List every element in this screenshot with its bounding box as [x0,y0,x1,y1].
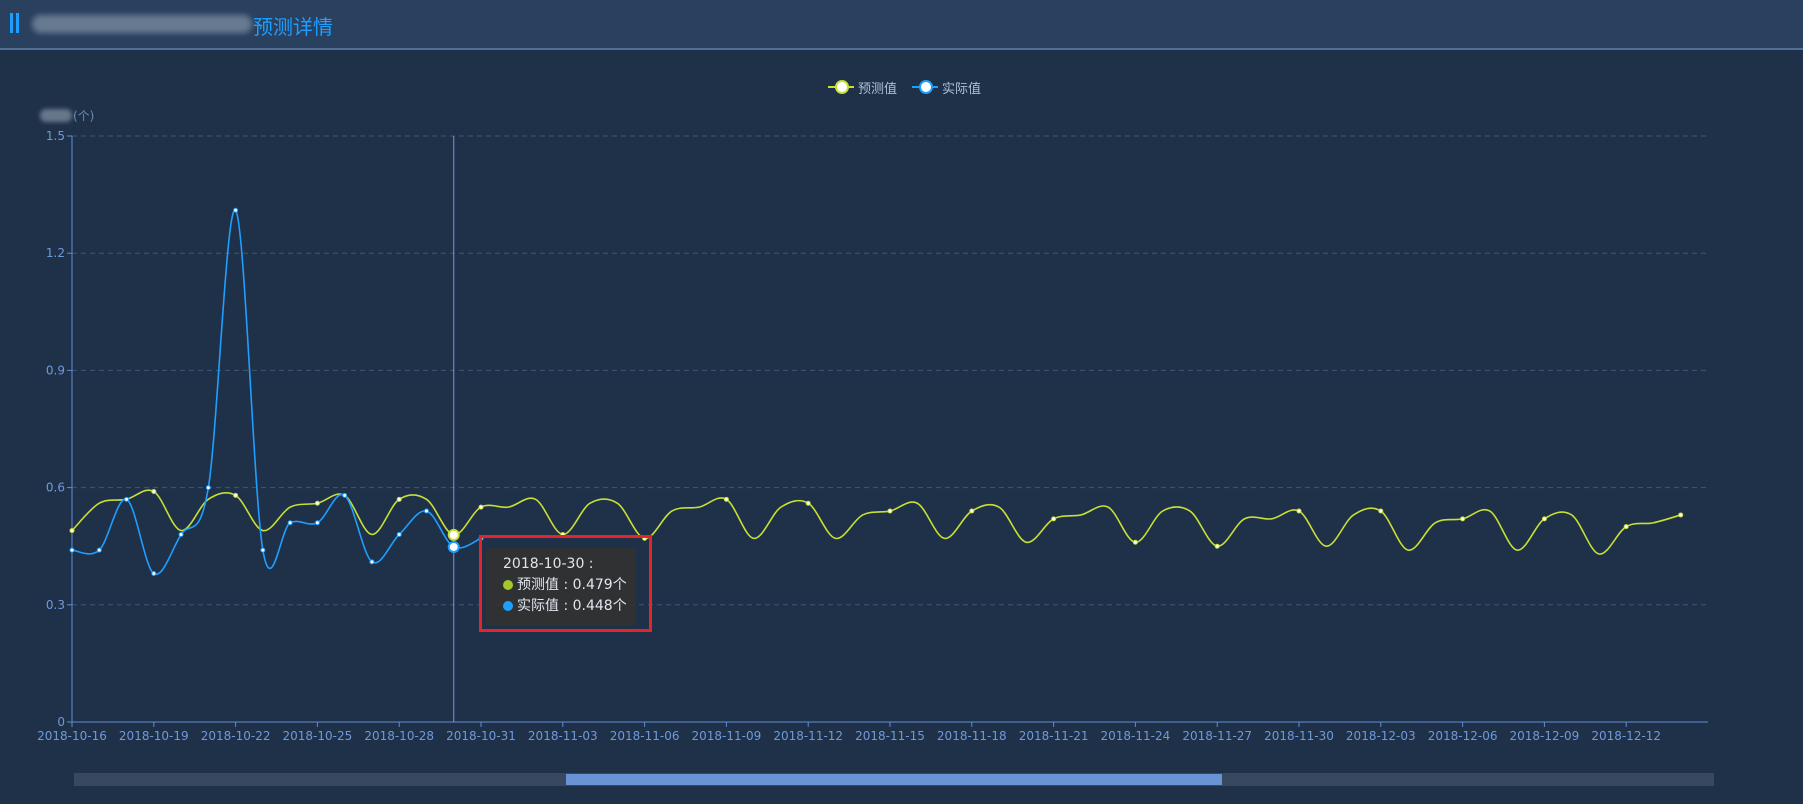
x-tick-label: 2018-11-09 [692,729,762,743]
chart-tooltip: 2018-10-30 : 预测值 : 0.479个 实际值 : 0.448个 [486,548,636,626]
forecast-point [1132,539,1138,545]
actual-point [314,520,320,526]
actual-point [260,547,266,553]
x-tick-label: 2018-10-16 [37,729,107,743]
y-tick-label: 0.9 [46,363,65,377]
forecast-point [1678,512,1684,518]
actual-point [205,485,211,491]
forecast-point [560,531,566,537]
forecast-point [69,528,75,534]
forecast-point [1623,524,1629,530]
x-tick-label: 2018-10-28 [364,729,434,743]
x-tick-label: 2018-11-21 [1019,729,1089,743]
x-tick-label: 2018-10-25 [283,729,353,743]
actual-point [369,559,375,565]
forecast-point [1051,516,1057,522]
zoom-slider-handle[interactable] [566,774,1222,785]
forecast-point [1214,543,1220,549]
y-tick-label: 0.6 [46,481,65,495]
tooltip-dot-actual [503,601,513,611]
x-tick-label: 2018-11-03 [528,729,598,743]
y-tick-label: 1.5 [46,129,65,143]
x-tick-label: 2018-11-15 [855,729,925,743]
x-tick-label: 2018-10-31 [446,729,516,743]
forecast-point [1541,516,1547,522]
tooltip-row-actual: 实际值 : 0.448个 [503,596,636,617]
x-tick-label: 2018-10-19 [119,729,189,743]
forecast-hover-point [447,528,460,541]
x-tick-label: 2018-11-30 [1264,729,1334,743]
actual-point [151,571,157,577]
x-tick-label: 2018-10-22 [201,729,271,743]
actual-point [233,207,239,213]
forecast-point [805,500,811,506]
forecast-point [396,496,402,502]
actual-point [396,531,402,537]
forecast-point [1378,508,1384,514]
tooltip-value-forecast: 预测值 : 0.479个 [517,577,627,593]
forecast-series-line [71,489,1681,555]
forecast-point [969,508,975,514]
tooltip-value-actual: 实际值 : 0.448个 [517,598,627,614]
forecast-point [887,508,893,514]
forecast-point [233,492,239,498]
actual-hover-point [447,540,460,553]
y-tick-label: 0 [57,715,65,729]
x-tick-label: 2018-11-18 [937,729,1007,743]
x-tick-label: 2018-11-27 [1182,729,1252,743]
actual-point [478,535,484,541]
forecast-line-chart[interactable]: 0 0.3 0.6 0.9 1.2 1.5 2018-10-16 2018-10-19 2018… [0,0,1803,770]
tooltip-row-forecast: 预测值 : 0.479个 [503,575,636,596]
x-tick-label: 2018-12-12 [1591,729,1661,743]
forecast-point [642,535,648,541]
x-tick-label: 2018-11-24 [1101,729,1171,743]
forecast-point [1296,508,1302,514]
actual-point [124,496,130,502]
actual-point [423,508,429,514]
y-tick-label: 0.3 [46,598,65,612]
y-tick-label: 1.2 [46,246,65,260]
actual-series-line [71,209,482,575]
actual-point [342,492,348,498]
x-tick-label: 2018-11-12 [773,729,843,743]
actual-point [96,547,102,553]
actual-point [287,520,293,526]
x-tick-label: 2018-11-06 [610,729,680,743]
x-tick-label: 2018-12-09 [1510,729,1580,743]
forecast-point [151,489,157,495]
tooltip-date: 2018-10-30 : [503,556,594,572]
actual-point [69,547,75,553]
forecast-point [723,496,729,502]
forecast-point [1460,516,1466,522]
actual-point [178,531,184,537]
x-tick-label: 2018-12-03 [1346,729,1416,743]
forecast-point [314,500,320,506]
forecast-point [478,504,484,510]
x-tick-label: 2018-12-06 [1428,729,1498,743]
tooltip-dot-forecast [503,580,513,590]
